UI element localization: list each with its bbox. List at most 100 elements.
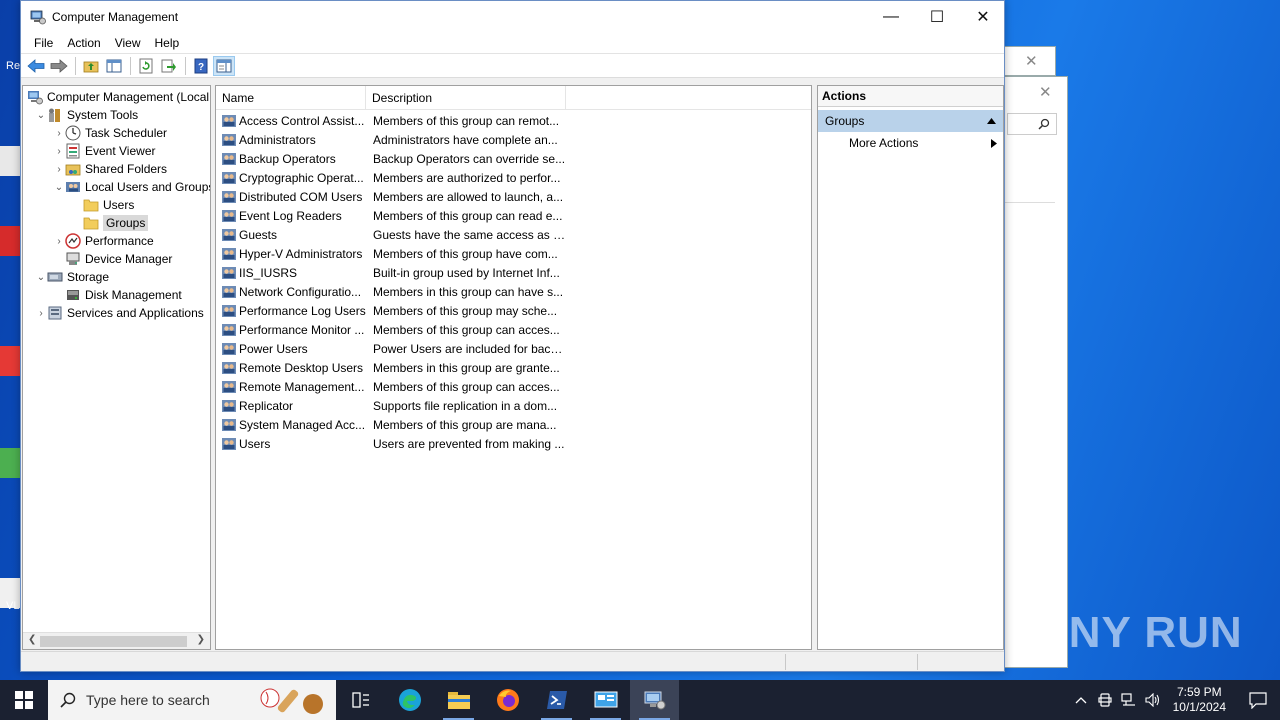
show-hidden-icons-button[interactable] (1069, 696, 1093, 704)
tree-item-groups[interactable]: Groups (71, 214, 149, 232)
taskbar-firefox[interactable] (483, 680, 532, 720)
taskbar-edge[interactable] (385, 680, 434, 720)
scroll-right-icon[interactable]: ❯ (197, 634, 205, 645)
back-arrow-icon (27, 58, 45, 73)
action-center-button[interactable] (1236, 691, 1280, 709)
close-icon[interactable]: ✕ (1025, 52, 1038, 70)
tree-item-storage[interactable]: ⌄ Storage (35, 268, 109, 286)
tree-item-local-users-and-groups[interactable]: ⌄ Local Users and Groups (53, 178, 210, 196)
group-row[interactable]: Remote Desktop Users Members in this grou… (216, 358, 811, 377)
group-row[interactable]: Access Control Assist... Members of this … (216, 111, 811, 130)
actions-group-groups[interactable]: Groups (818, 110, 1003, 132)
tree-item-task-scheduler[interactable]: › Task Scheduler (53, 124, 167, 142)
tree-item-disk-management[interactable]: Disk Management (53, 286, 182, 304)
show-hide-console-tree-button[interactable] (103, 56, 125, 76)
menu-action[interactable]: Action (60, 36, 107, 50)
desktop-app-icon[interactable] (0, 448, 22, 478)
desktop-icon-label[interactable]: VL (6, 600, 19, 612)
menu-view[interactable]: View (108, 36, 148, 50)
export-list-button[interactable] (158, 56, 180, 76)
back-button[interactable] (25, 56, 47, 76)
group-row[interactable]: Replicator Supports file replication in a… (216, 396, 811, 415)
group-row[interactable]: Distributed COM Users Members are allowed… (216, 187, 811, 206)
close-icon[interactable]: ✕ (1039, 83, 1052, 101)
minimize-button[interactable]: — (868, 1, 914, 32)
group-row[interactable]: Guests Guests have the same access as m..… (216, 225, 811, 244)
volume-tray-button[interactable] (1141, 693, 1165, 707)
show-hide-action-pane-button[interactable] (213, 55, 235, 76)
background-window[interactable]: ✕ (1004, 76, 1068, 668)
title-bar[interactable]: Computer Management — ☐ ✕ (21, 1, 1004, 32)
task-view-button[interactable] (336, 680, 385, 720)
group-row[interactable]: Users Users are prevented from making ... (216, 434, 811, 453)
chevron-right-icon[interactable]: › (53, 236, 65, 247)
chevron-right-icon[interactable]: › (35, 308, 47, 319)
tree-item-shared-folders[interactable]: › Shared Folders (53, 160, 167, 178)
group-name: Backup Operators (239, 151, 336, 166)
tree-item-system-tools[interactable]: ⌄ System Tools (35, 106, 138, 124)
tree-item-services-and-applications[interactable]: › Services and Applications (35, 304, 203, 322)
horizontal-scrollbar[interactable]: ❮ ❯ (23, 632, 210, 649)
chevron-right-icon[interactable]: › (53, 164, 65, 175)
tree-item-label: Task Scheduler (85, 126, 168, 140)
up-one-level-button[interactable] (80, 56, 102, 76)
forward-button[interactable] (48, 56, 70, 76)
scroll-left-icon[interactable]: ❮ (28, 634, 36, 645)
tree-item-computer-management-local[interactable]: Computer Management (Local (27, 88, 209, 106)
collapse-up-icon[interactable] (987, 118, 996, 124)
firefox-icon (496, 689, 519, 711)
desktop-app-icon[interactable] (0, 226, 22, 256)
tree-item-device-manager[interactable]: Device Manager (53, 250, 172, 268)
chevron-down-icon[interactable]: ⌄ (53, 182, 65, 193)
chevron-down-icon[interactable]: ⌄ (35, 272, 47, 283)
tree-item-event-viewer[interactable]: › Event Viewer (53, 142, 155, 160)
group-row[interactable]: Hyper-V Administrators Members of this gr… (216, 244, 811, 263)
menu-help[interactable]: Help (148, 36, 187, 50)
group-row[interactable]: Backup Operators Backup Operators can ove… (216, 149, 811, 168)
tree-item-performance[interactable]: › Performance (53, 232, 154, 250)
more-actions-item[interactable]: More Actions (818, 132, 1003, 154)
group-row[interactable]: Power Users Power Users are included for … (216, 339, 811, 358)
group-row[interactable]: Remote Management... Members of this grou… (216, 377, 811, 396)
device-tray-button[interactable] (1093, 693, 1117, 707)
groups-list[interactable]: Name Description Access Control Assist..… (215, 85, 812, 650)
group-row[interactable]: IIS_IUSRS Built-in group used by Internet… (216, 263, 811, 282)
desktop-app-icon[interactable] (0, 146, 22, 176)
network-tray-button[interactable] (1117, 693, 1141, 707)
group-row[interactable]: Administrators Administrators have comple… (216, 130, 811, 149)
taskbar-file-explorer[interactable] (434, 680, 483, 720)
taskbar-control-panel[interactable] (581, 680, 630, 720)
desktop-icon-label[interactable]: Re (6, 60, 20, 72)
group-row[interactable]: Cryptographic Operat... Members are autho… (216, 168, 811, 187)
search-input[interactable] (1007, 113, 1057, 135)
group-row[interactable]: Performance Log Users Members of this gro… (216, 301, 811, 320)
scrollbar-thumb[interactable] (40, 636, 187, 647)
folder-icon (83, 217, 99, 230)
help-button[interactable]: ? (190, 56, 212, 76)
computer-management-window[interactable]: Computer Management — ☐ ✕ File Action Vi… (20, 0, 1005, 672)
column-header-description[interactable]: Description (366, 86, 566, 110)
background-window[interactable]: ✕ (1004, 46, 1056, 76)
console-tree[interactable]: Computer Management (Local ⌄ System Tools ›… (22, 85, 211, 650)
maximize-button[interactable]: ☐ (914, 1, 960, 32)
group-row[interactable]: Network Configuratio... Members in this g… (216, 282, 811, 301)
more-actions-label: More Actions (849, 136, 919, 150)
column-header-name[interactable]: Name (216, 86, 366, 110)
taskbar-search-box[interactable]: Type here to search (48, 680, 336, 720)
chevron-right-icon[interactable]: › (53, 128, 65, 139)
chevron-down-icon[interactable]: ⌄ (35, 110, 47, 121)
close-button[interactable]: ✕ (960, 1, 1006, 32)
desktop-app-icon[interactable] (0, 346, 22, 376)
group-icon (222, 304, 236, 317)
start-button[interactable] (0, 680, 48, 720)
group-row[interactable]: Performance Monitor ... Members of this g… (216, 320, 811, 339)
group-row[interactable]: System Managed Acc... Members of this gro… (216, 415, 811, 434)
tree-item-users[interactable]: Users (71, 196, 134, 214)
group-row[interactable]: Event Log Readers Members of this group c… (216, 206, 811, 225)
chevron-right-icon[interactable]: › (53, 146, 65, 157)
menu-file[interactable]: File (27, 36, 60, 50)
taskbar-computer-management[interactable] (630, 680, 679, 720)
taskbar-powershell[interactable] (532, 680, 581, 720)
taskbar-clock[interactable]: 7:59 PM 10/1/2024 (1165, 685, 1236, 715)
refresh-button[interactable] (135, 56, 157, 76)
